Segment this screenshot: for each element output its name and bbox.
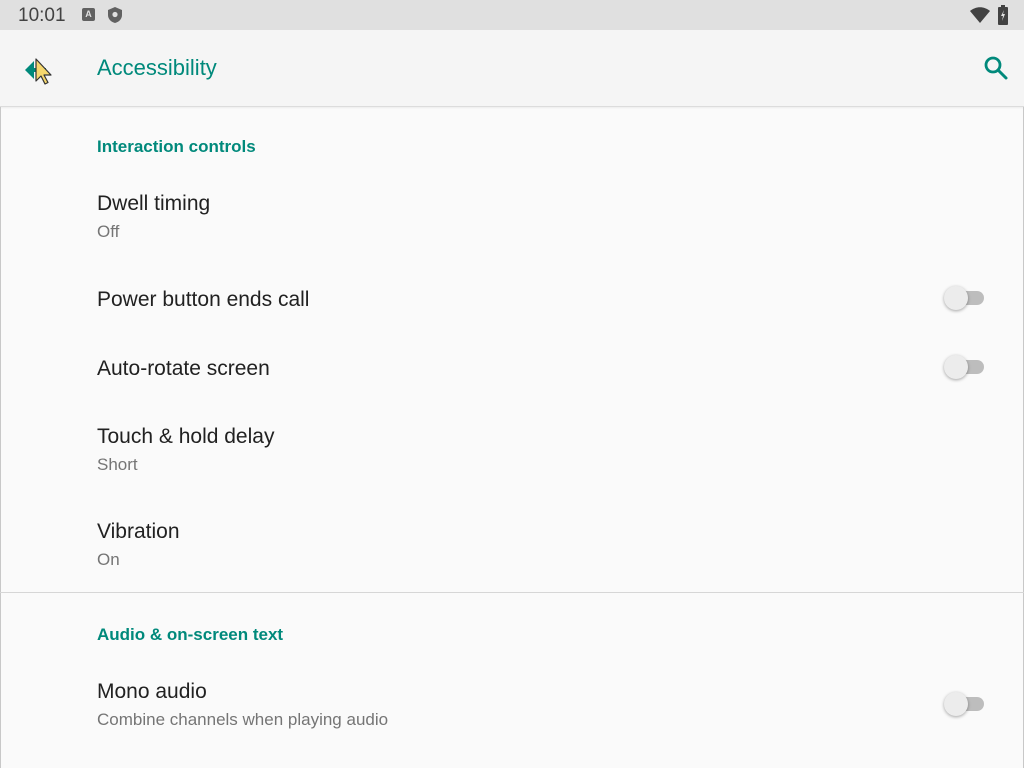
section-header-interaction-controls: Interaction controls [97,137,256,156]
pref-summary: Short [97,455,138,474]
pref-summary: Combine channels when playing audio [97,710,389,729]
status-bar: 10:01 A [0,0,1024,30]
wifi-icon [970,7,990,28]
back-arrow-icon [25,58,52,85]
page-title: Accessibility [97,55,217,80]
pref-dwell-timing[interactable]: Dwell timing Off [0,170,1024,256]
search-button[interactable] [982,54,1010,82]
pref-title: Dwell timing [97,192,211,215]
section-header-audio-on-screen-text: Audio & on-screen text [97,625,284,644]
search-icon [984,56,1008,80]
pref-summary: Off [97,222,120,241]
toggle-switch[interactable] [944,355,984,379]
section-divider [0,592,1024,593]
pref-summary: On [97,550,120,569]
pref-mono-audio[interactable]: Mono audio Combine channels when playing… [0,658,1024,744]
pref-title: Mono audio [97,680,207,703]
pref-touch-hold-delay[interactable]: Touch & hold delay Short [0,403,1024,489]
pref-title: Vibration [97,520,180,543]
pref-auto-rotate-screen[interactable]: Auto-rotate screen [0,333,1024,401]
switch-thumb [944,286,968,310]
pref-power-button-ends-call[interactable]: Power button ends call [0,264,1024,332]
shield-icon [108,7,122,28]
status-time: 10:01 [18,5,66,26]
pref-title: Auto-rotate screen [97,357,270,380]
battery-icon [998,5,1008,30]
pref-title: Touch & hold delay [97,425,275,448]
back-button[interactable] [18,52,58,88]
pref-title: Power button ends call [97,288,310,311]
a-notification-icon: A [82,8,95,21]
toggle-switch[interactable] [944,286,984,310]
switch-thumb [944,355,968,379]
toggle-switch[interactable] [944,692,984,716]
pref-vibration[interactable]: Vibration On [0,498,1024,584]
app-toolbar: Accessibility [0,30,1024,107]
switch-thumb [944,692,968,716]
